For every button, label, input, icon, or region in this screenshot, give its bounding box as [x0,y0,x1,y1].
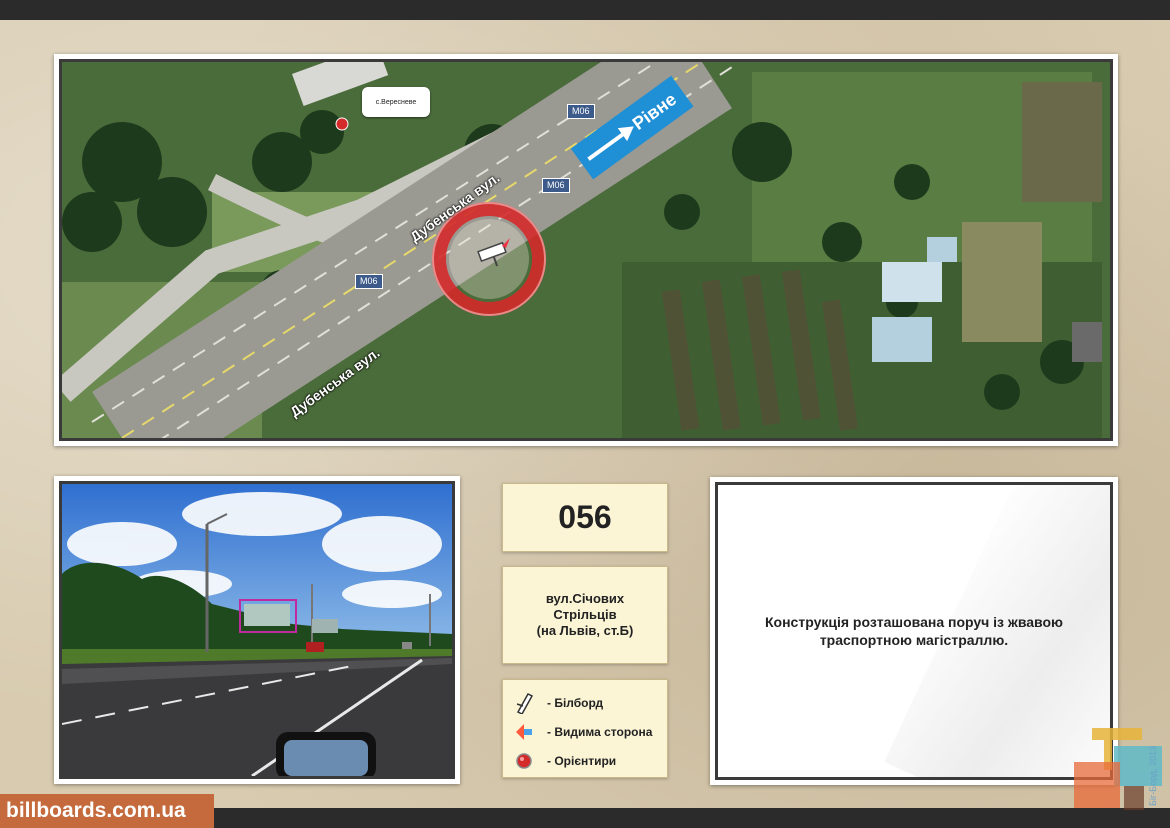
landmark-icon [513,750,535,772]
address-line: (на Львів, ст.Б) [536,623,634,638]
top-bar [0,0,1170,20]
address-line: вул.Січових [545,591,625,606]
street-photo[interactable] [59,481,455,779]
legend: - Білборд - Видима сторона - Орієнтири [502,679,668,778]
description-panel: Конструкція розташована поруч із жвавою … [710,477,1118,785]
board-address: вул.Січових Стрільців (на Львів, ст.Б) [537,591,634,639]
address-box: вул.Січових Стрільців (на Львів, ст.Б) [502,566,668,664]
visible-side-icon [513,721,535,743]
description-line: Конструкція розташована поруч із жвавою [765,614,1063,630]
road-shield: M06 [542,178,570,193]
photo-imagery [62,484,452,776]
legend-label: - Білборд [547,695,604,710]
brand-site-link[interactable]: billboards.com.ua [0,794,214,828]
legend-label: - Видима сторона [547,724,653,739]
description-box: Конструкція розташована поруч із жвавою … [715,482,1113,780]
legend-item: - Орієнтири [513,746,657,775]
landmark-label: с.Вересневе [362,87,430,117]
board-code: 056 [558,499,612,535]
billboard-icon [513,692,535,714]
description-line: траспортною магістраллю. [819,632,1009,648]
legend-item: - Білборд [513,688,657,717]
road-shield: M06 [355,274,383,289]
satellite-map[interactable]: с.Вересневе M06 M06 M06 Дубенська вул. Д… [59,59,1113,441]
address-line: Стрільців [553,607,617,622]
board-code-box: 056 [502,483,668,552]
brand-stamp-text: Біг-Борд, 2013 [1148,745,1158,806]
legend-label: - Орієнтири [547,753,617,768]
legend-item: - Видима сторона [513,717,657,746]
description-text: Конструкція розташована поруч із жвавою … [745,613,1083,649]
road-shield: M06 [567,104,595,119]
map-panel: с.Вересневе M06 M06 M06 Дубенська вул. Д… [54,54,1118,446]
photo-panel [54,476,460,784]
